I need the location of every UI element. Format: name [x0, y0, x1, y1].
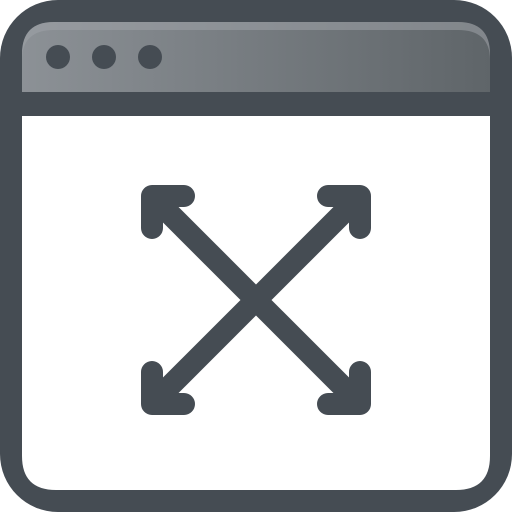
- window-control-dot-icon[interactable]: [46, 45, 70, 69]
- window-graphic: [0, 0, 512, 512]
- window-control-dot-icon[interactable]: [138, 45, 162, 69]
- window-control-dot-icon[interactable]: [92, 45, 116, 69]
- expand-window-icon: [0, 0, 512, 512]
